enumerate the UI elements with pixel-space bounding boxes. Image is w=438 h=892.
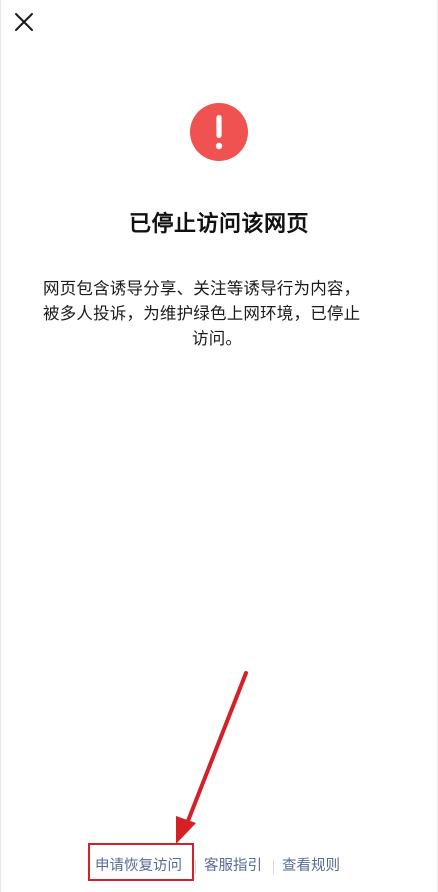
description-line: 网页包含诱导分享、关注等诱导行为内容， — [43, 279, 361, 298]
view-rules-link[interactable]: 查看规则 — [282, 856, 340, 876]
link-divider — [195, 860, 196, 874]
description-line: 访问。 — [192, 329, 243, 348]
close-icon — [15, 13, 33, 31]
link-divider — [273, 860, 274, 874]
page-title: 已停止访问该网页 — [128, 212, 309, 237]
customer-service-guide-link[interactable]: 客服指引 — [204, 856, 262, 876]
exclamation-circle-icon — [190, 103, 248, 161]
close-button[interactable] — [12, 10, 36, 34]
description-line: 被多人投诉，为维护绿色上网环境，已停止 — [43, 304, 361, 323]
frame-edge-left — [0, 0, 1, 892]
footer-links: 申请恢复访问 客服指引 查看规则 — [0, 856, 438, 878]
annotation-highlight-box — [88, 843, 194, 881]
description-text: 网页包含诱导分享、关注等诱导行为内容， 被多人投诉，为维护绿色上网环境，已停止 … — [43, 276, 403, 351]
